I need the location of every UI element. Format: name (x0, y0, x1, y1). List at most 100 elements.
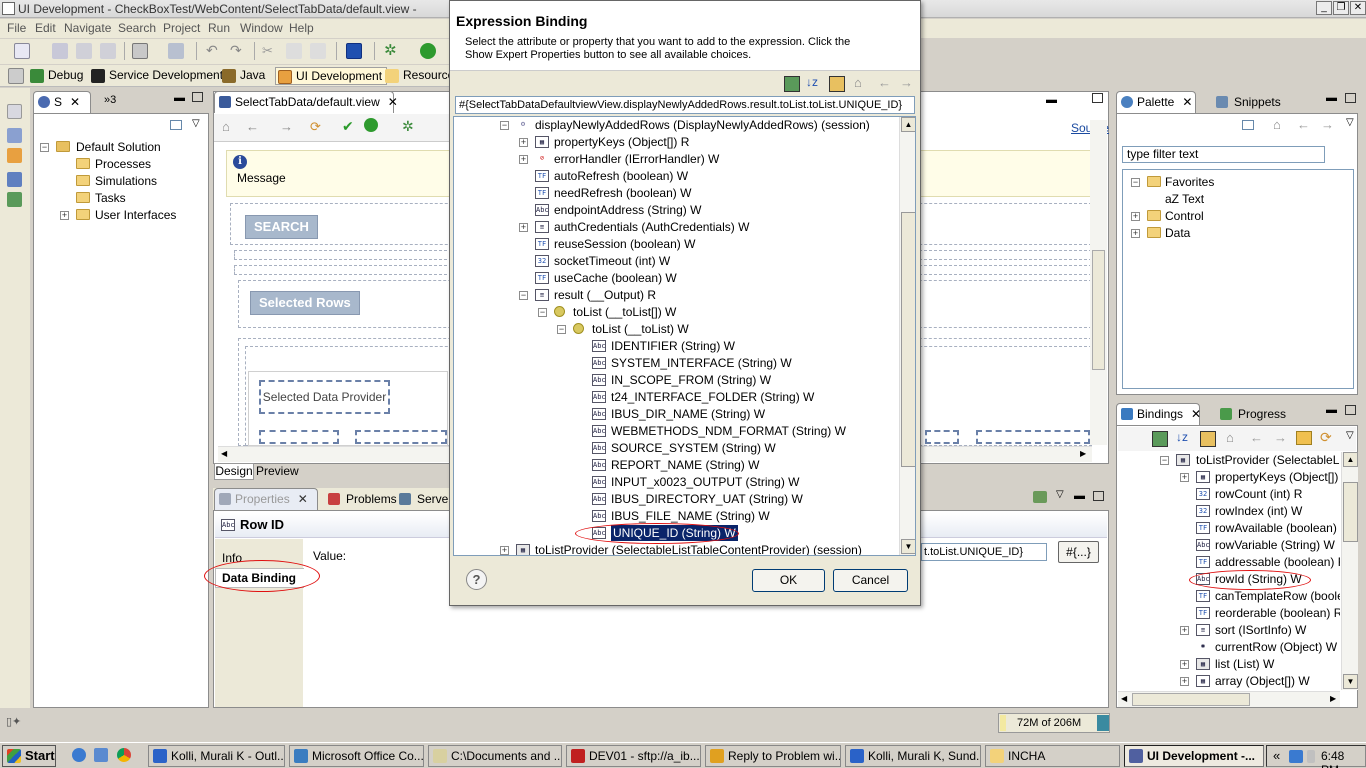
sort-icon[interactable]: ↓z (806, 75, 818, 89)
editor-vscrollbar[interactable] (1090, 120, 1107, 445)
minimize-view-icon[interactable]: ▬ (1326, 404, 1337, 416)
home-icon[interactable]: ⌂ (854, 75, 862, 90)
link-icon[interactable] (1296, 431, 1312, 445)
search-icon[interactable] (7, 128, 22, 143)
refresh-icon[interactable]: ⟳ (1320, 429, 1332, 446)
collapse-toggle-icon[interactable]: − (519, 291, 528, 300)
close-icon[interactable]: ✕ (298, 492, 308, 506)
tab-preview[interactable]: Preview (256, 464, 299, 480)
expand-toggle-icon[interactable]: + (1180, 473, 1189, 482)
tab-bindings[interactable]: Bindings ✕ (1116, 403, 1201, 425)
column-header[interactable] (259, 430, 339, 444)
collapse-toggle-icon[interactable]: − (557, 325, 566, 334)
tab-problems[interactable]: Problems (328, 492, 397, 506)
print-icon[interactable] (100, 43, 116, 59)
maximize-view-icon[interactable] (192, 92, 203, 102)
run-icon[interactable] (420, 43, 436, 59)
perspective-resource[interactable]: Resource (383, 67, 458, 85)
taskbar-button[interactable]: UI Development -... (1124, 745, 1264, 767)
tab-progress[interactable]: Progress (1220, 407, 1286, 421)
perspective-service-development[interactable]: Service Development (89, 67, 227, 85)
menu-navigate[interactable]: Navigate (64, 21, 111, 35)
menu-search[interactable]: Search (118, 21, 156, 35)
tab-properties[interactable]: Properties ✕ (214, 488, 318, 510)
value-field[interactable]: t.toList.UNIQUE_ID} (921, 543, 1047, 561)
cancel-button[interactable]: Cancel (833, 569, 908, 592)
expand-toggle-icon[interactable]: + (519, 155, 528, 164)
expand-toggle-icon[interactable]: + (519, 138, 528, 147)
ok-button[interactable]: OK (752, 569, 825, 592)
palette-filter-input[interactable]: type filter text (1122, 146, 1325, 163)
column-header[interactable] (925, 430, 959, 444)
paste-icon[interactable] (310, 43, 326, 59)
open-perspective-icon[interactable] (8, 68, 24, 84)
view-menu-icon[interactable]: ▽ (1346, 117, 1354, 128)
heap-status[interactable]: 72M of 206M (998, 713, 1110, 733)
close-button[interactable]: ✕ (1350, 1, 1366, 15)
collapse-toggle-icon[interactable]: − (500, 121, 509, 130)
maximize-view-icon[interactable] (1092, 93, 1103, 103)
expand-toggle-icon[interactable]: + (500, 546, 509, 555)
close-icon[interactable]: ✕ (70, 95, 80, 109)
view-menu-icon[interactable]: ▽ (192, 118, 200, 129)
taskbar-button[interactable]: Reply to Problem wi... (705, 745, 841, 767)
maximize-view-icon[interactable] (1345, 93, 1356, 103)
more-views-chevron[interactable]: »3 (104, 94, 116, 106)
search-button[interactable]: SEARCH (245, 215, 318, 239)
taskbar-button[interactable]: DEV01 - sftp://a_ib... (566, 745, 701, 767)
forward-icon[interactable]: → (1274, 430, 1287, 445)
expression-field[interactable]: #{SelectTabDataDefaultviewView.displayNe… (455, 96, 915, 114)
menu-run[interactable]: Run (208, 21, 230, 35)
publish-icon[interactable] (346, 43, 362, 59)
quicklaunch-icon[interactable] (94, 748, 108, 762)
cut-icon[interactable]: ✂ (262, 43, 278, 59)
expand-toggle-icon[interactable]: + (1180, 626, 1189, 635)
restore-icon[interactable] (7, 104, 22, 119)
tab-solutions[interactable]: S ✕ (33, 91, 91, 113)
binary-icon[interactable] (132, 43, 148, 59)
minimize-button[interactable]: _ (1316, 1, 1332, 15)
menu-file[interactable]: File (7, 21, 26, 35)
forward-icon[interactable]: → (280, 119, 293, 134)
column-header[interactable] (355, 430, 447, 444)
deploy-icon[interactable] (168, 43, 184, 59)
restore-button[interactable]: ❐ (1333, 1, 1349, 15)
maximize-view-icon[interactable] (1093, 491, 1104, 501)
outline-icon[interactable] (7, 148, 22, 163)
tree-icon[interactable] (1152, 431, 1168, 447)
start-button[interactable]: Start (2, 745, 56, 767)
menu-project[interactable]: Project (163, 21, 200, 35)
tab-server[interactable]: Server (399, 492, 452, 506)
chrome-icon[interactable] (117, 748, 131, 762)
save-icon[interactable] (52, 43, 68, 59)
fast-view-icon[interactable]: ▯✦ (6, 715, 26, 731)
expand-toggle-icon[interactable]: + (1180, 677, 1189, 686)
menu-window[interactable]: Window (240, 21, 283, 35)
trash-icon[interactable] (1097, 715, 1109, 731)
forward-icon[interactable]: → (1321, 117, 1334, 132)
ie-icon[interactable] (72, 748, 86, 762)
view-menu-icon[interactable]: ▽ (1346, 430, 1354, 441)
expert-properties-icon[interactable] (1200, 431, 1216, 447)
view-menu-icon[interactable]: ▽ (1056, 489, 1064, 500)
forward-icon[interactable]: → (900, 75, 913, 90)
minimize-view-icon[interactable]: ▬ (1046, 94, 1057, 106)
minimize-view-icon[interactable]: ▬ (1326, 92, 1337, 104)
undo-icon[interactable]: ↶ (206, 43, 222, 59)
save-all-icon[interactable] (76, 43, 92, 59)
perspective-ui-development[interactable]: UI Development (275, 67, 388, 85)
back-icon[interactable]: ← (1250, 430, 1263, 445)
tree-icon[interactable] (784, 76, 800, 92)
back-icon[interactable]: ← (1297, 117, 1310, 132)
close-icon[interactable]: ✕ (388, 95, 398, 109)
back-icon[interactable]: ← (878, 75, 891, 90)
expression-tree-vscrollbar[interactable]: ▲ ▼ (899, 117, 915, 555)
run-icon[interactable] (364, 118, 378, 132)
menu-help[interactable]: Help (289, 21, 314, 35)
sort-icon[interactable]: ↓z (1176, 430, 1188, 444)
validate-icon[interactable]: ✔ (342, 118, 354, 135)
network-icon[interactable] (1289, 750, 1303, 763)
selected-rows-button[interactable]: Selected Rows (250, 291, 360, 315)
hierarchy-icon[interactable] (7, 172, 22, 187)
expand-toggle-icon[interactable]: + (519, 223, 528, 232)
